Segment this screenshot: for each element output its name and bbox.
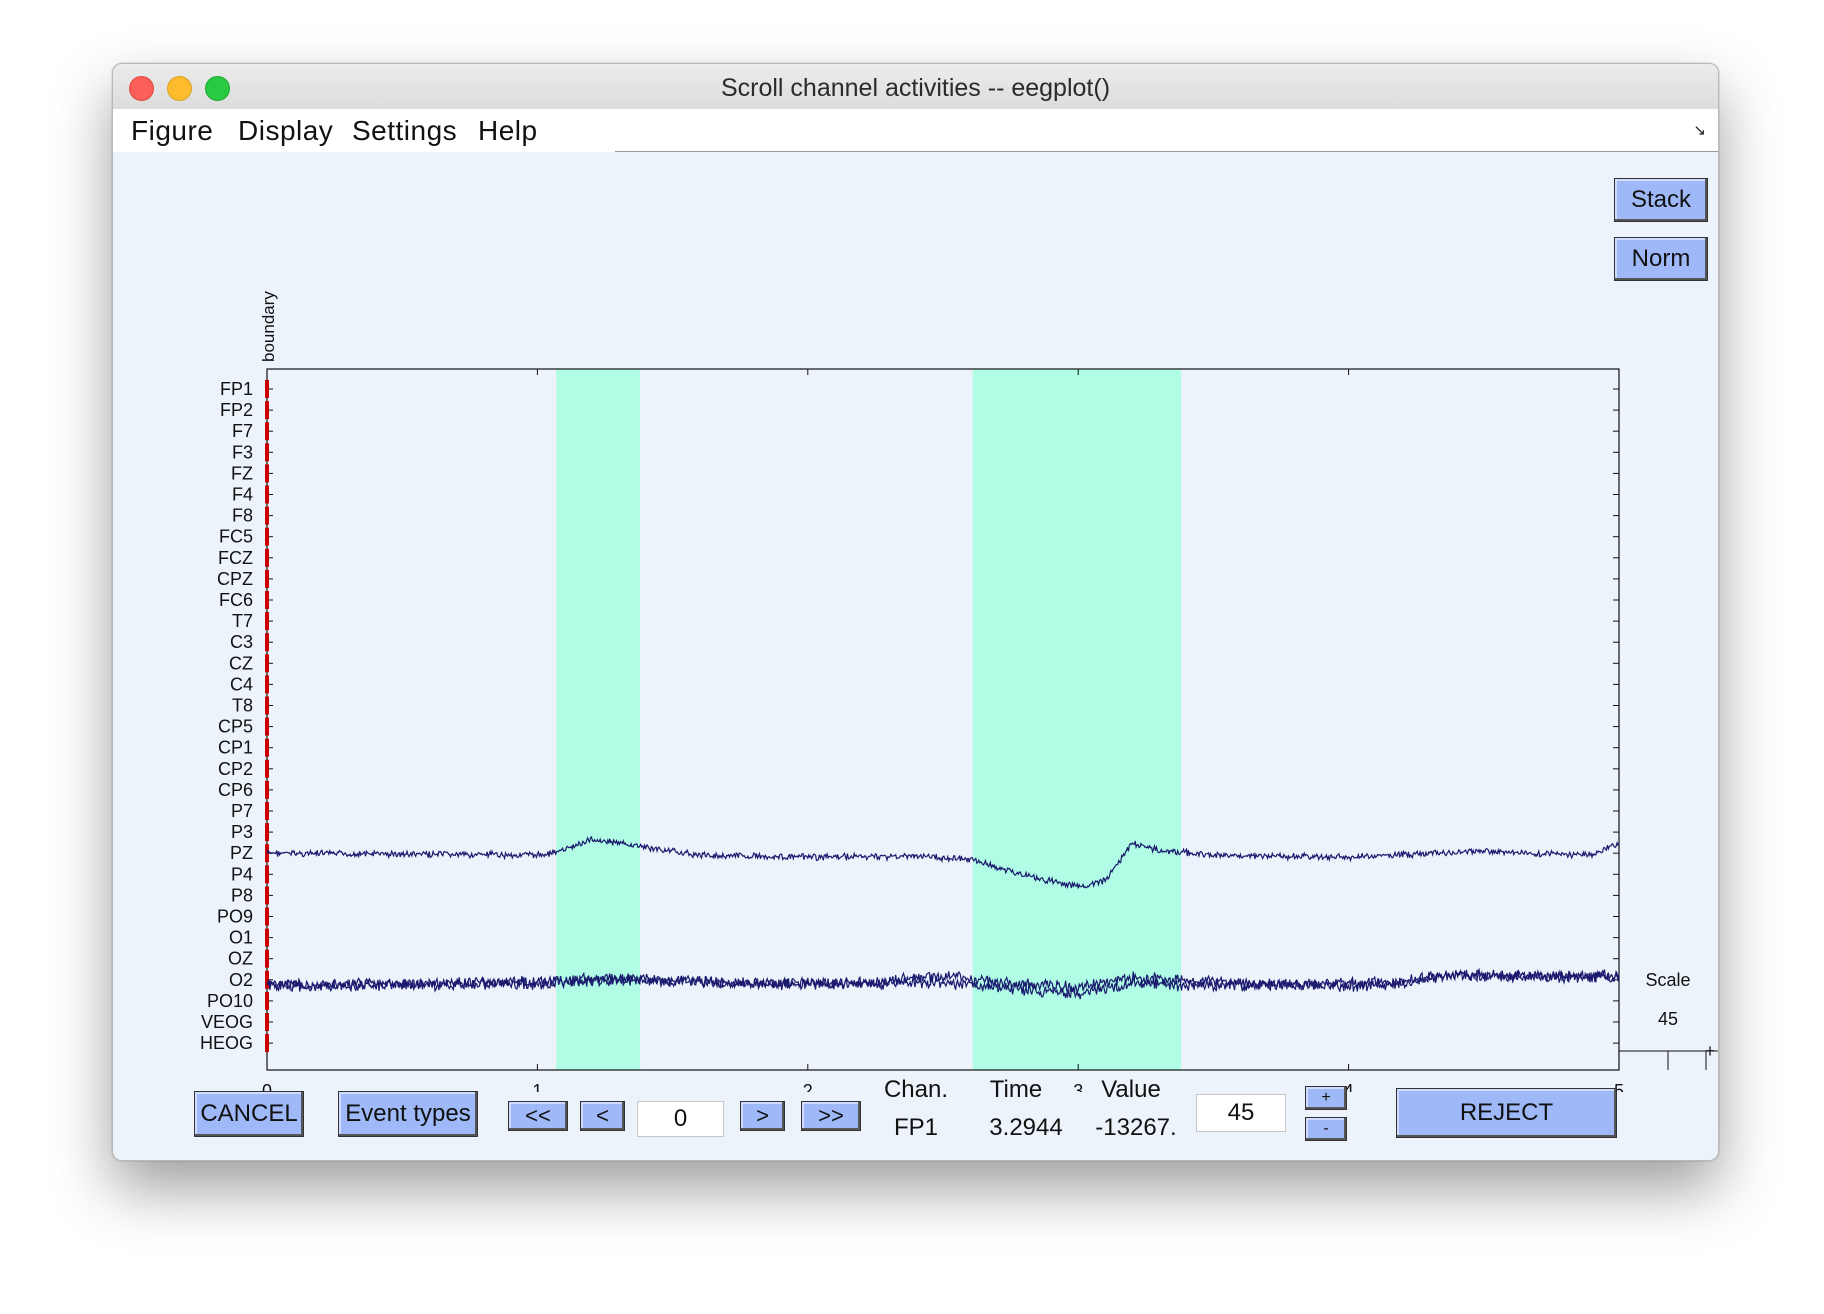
value-readout: -13267. [1095,1114,1177,1141]
channel-label-f3: F3 [232,442,253,462]
eeg-trace-1 [266,835,1620,890]
menu-bar: Figure Display Settings Help ↘ [113,109,1718,152]
reject-button[interactable]: REJECT [1396,1088,1617,1138]
channel-label-f7: F7 [232,421,253,441]
channel-label-c4: C4 [230,674,253,694]
channel-label-cpz: CPZ [217,569,253,589]
scale-decrease-button[interactable]: - [1305,1117,1347,1141]
eeg-trace-2 [266,969,1620,1000]
channel-label-fcz: FCZ [218,548,253,568]
boundary-event-label: boundary [259,291,278,362]
channel-label-fp2: FP2 [220,400,253,420]
channel-label-fc5: FC5 [219,527,253,547]
channel-label-cp6: CP6 [218,780,253,800]
cancel-button[interactable]: CANCEL [194,1091,304,1137]
time-readout: 3.2944 [989,1114,1063,1141]
time-tick-label: 1 [532,1081,542,1092]
time-tick-label: 2 [803,1081,813,1092]
channel-label-veog: VEOG [201,1012,253,1032]
value-header: Value [1101,1076,1161,1103]
title-bar: Scroll channel activities -- eegplot() [113,64,1718,110]
scale-bar: + [1619,1041,1718,1070]
eeg-traces [266,835,1620,1000]
scroll-last-button[interactable]: >> [801,1101,861,1131]
toolbar-toggle-icon[interactable]: ↘ [1693,121,1706,139]
channel-labels: FP1FP2F7F3FZF4F8FC5FCZCPZFC6T7C3CZC4T8CP… [200,379,253,1053]
plot-frame [266,368,1620,1071]
scale-value: 45 [1658,1009,1678,1029]
channel-label-t7: T7 [232,611,253,631]
channel-label-po10: PO10 [207,991,253,1011]
channel-label-cp1: CP1 [218,738,253,758]
channel-ticks [267,388,1619,1044]
chan-header: Chan. [883,1076,949,1103]
channel-label-cp2: CP2 [218,759,253,779]
channel-label-p7: P7 [231,801,253,821]
chan-readout: FP1 [893,1114,938,1141]
channel-label-fc6: FC6 [219,590,253,610]
highlight-region-1 [556,369,641,1070]
svg-text:+: + [1705,1041,1716,1061]
highlight-regions [556,369,1181,1070]
position-field[interactable]: 0 [637,1101,724,1137]
menu-settings[interactable]: Settings [352,115,457,147]
scale-increase-button[interactable]: + [1305,1086,1347,1110]
eeg-trace-3 [266,967,1620,994]
channel-label-p4: P4 [231,864,253,884]
menu-display[interactable]: Display [238,115,333,147]
channel-label-cp5: CP5 [218,717,253,737]
channel-label-fz: FZ [231,463,253,483]
channel-label-cz: CZ [229,653,253,673]
channel-label-p8: P8 [231,885,253,905]
channel-label-o1: O1 [229,928,253,948]
channel-label-pz: PZ [230,843,253,863]
channel-label-f4: F4 [232,485,253,505]
scroll-first-button[interactable]: << [508,1101,568,1131]
time-header: Time [989,1076,1043,1103]
eegplot-window: Scroll channel activities -- eegplot() F… [112,63,1719,1161]
scale-label: Scale [1645,970,1690,990]
window-title: Scroll channel activities -- eegplot() [720,74,1111,102]
channel-label-fp1: FP1 [220,379,253,399]
scroll-next-button[interactable]: > [740,1101,785,1131]
menu-figure[interactable]: Figure [131,115,213,147]
channel-label-t8: T8 [232,696,253,716]
channel-label-f8: F8 [232,506,253,526]
scale-field[interactable]: 45 [1196,1094,1286,1132]
menu-help[interactable]: Help [478,115,538,147]
channel-label-oz: OZ [228,949,253,969]
highlight-region-2 [972,369,1181,1070]
channel-label-po9: PO9 [217,907,253,927]
eeg-plot[interactable]: FP1FP2F7F3FZF4F8FC5FCZCPZFC6T7C3CZC4T8CP… [113,152,1718,1092]
scroll-prev-button[interactable]: < [580,1101,625,1131]
channel-label-c3: C3 [230,632,253,652]
channel-label-heog: HEOG [200,1033,253,1053]
event-types-button[interactable]: Event types [338,1091,478,1137]
channel-label-o2: O2 [229,970,253,990]
channel-label-p3: P3 [231,822,253,842]
